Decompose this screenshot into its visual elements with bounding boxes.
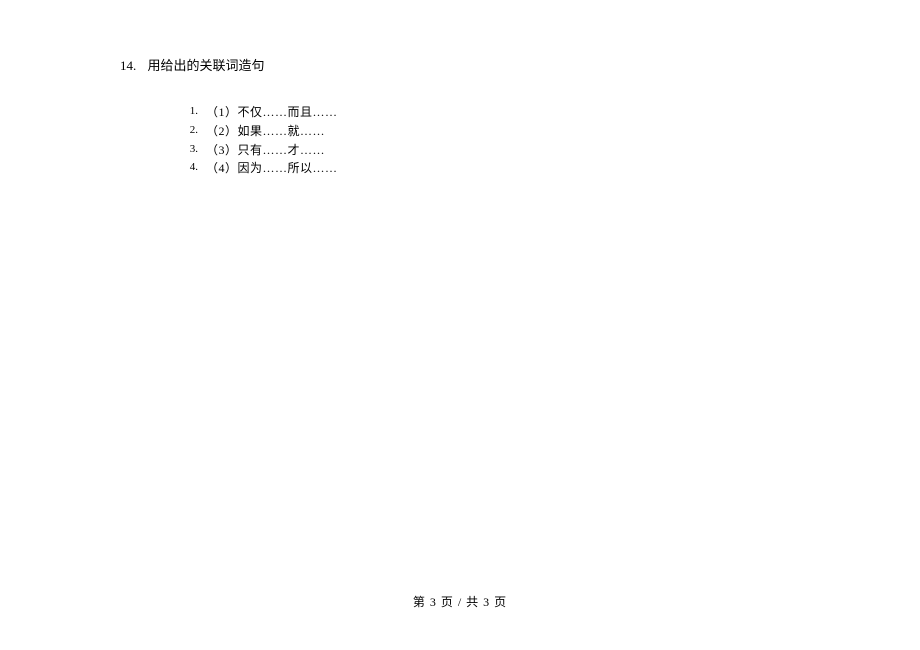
question-title: 用给出的关联词造句 [148,58,265,73]
list-text: （1）不仅……而且…… [206,104,338,121]
question-header: 14. 用给出的关联词造句 [120,55,920,74]
list-marker: 1. [180,104,198,121]
list-marker: 2. [180,123,198,140]
list-item: 1. （1）不仅……而且…… [180,104,920,121]
question-number: 14. [120,58,136,73]
list-text: （2）如果……就…… [206,123,325,140]
list-text: （3）只有……才…… [206,142,325,159]
page-footer: 第 3 页 / 共 3 页 [0,593,920,610]
list-marker: 4. [180,160,198,177]
page-content: 14. 用给出的关联词造句 1. （1）不仅……而且…… 2. （2）如果……就… [0,0,920,177]
list-text: （4）因为……所以…… [206,160,338,177]
list-container: 1. （1）不仅……而且…… 2. （2）如果……就…… 3. （3）只有……才… [120,104,920,177]
list-item: 3. （3）只有……才…… [180,142,920,159]
list-item: 4. （4）因为……所以…… [180,160,920,177]
list-item: 2. （2）如果……就…… [180,123,920,140]
list-marker: 3. [180,142,198,159]
